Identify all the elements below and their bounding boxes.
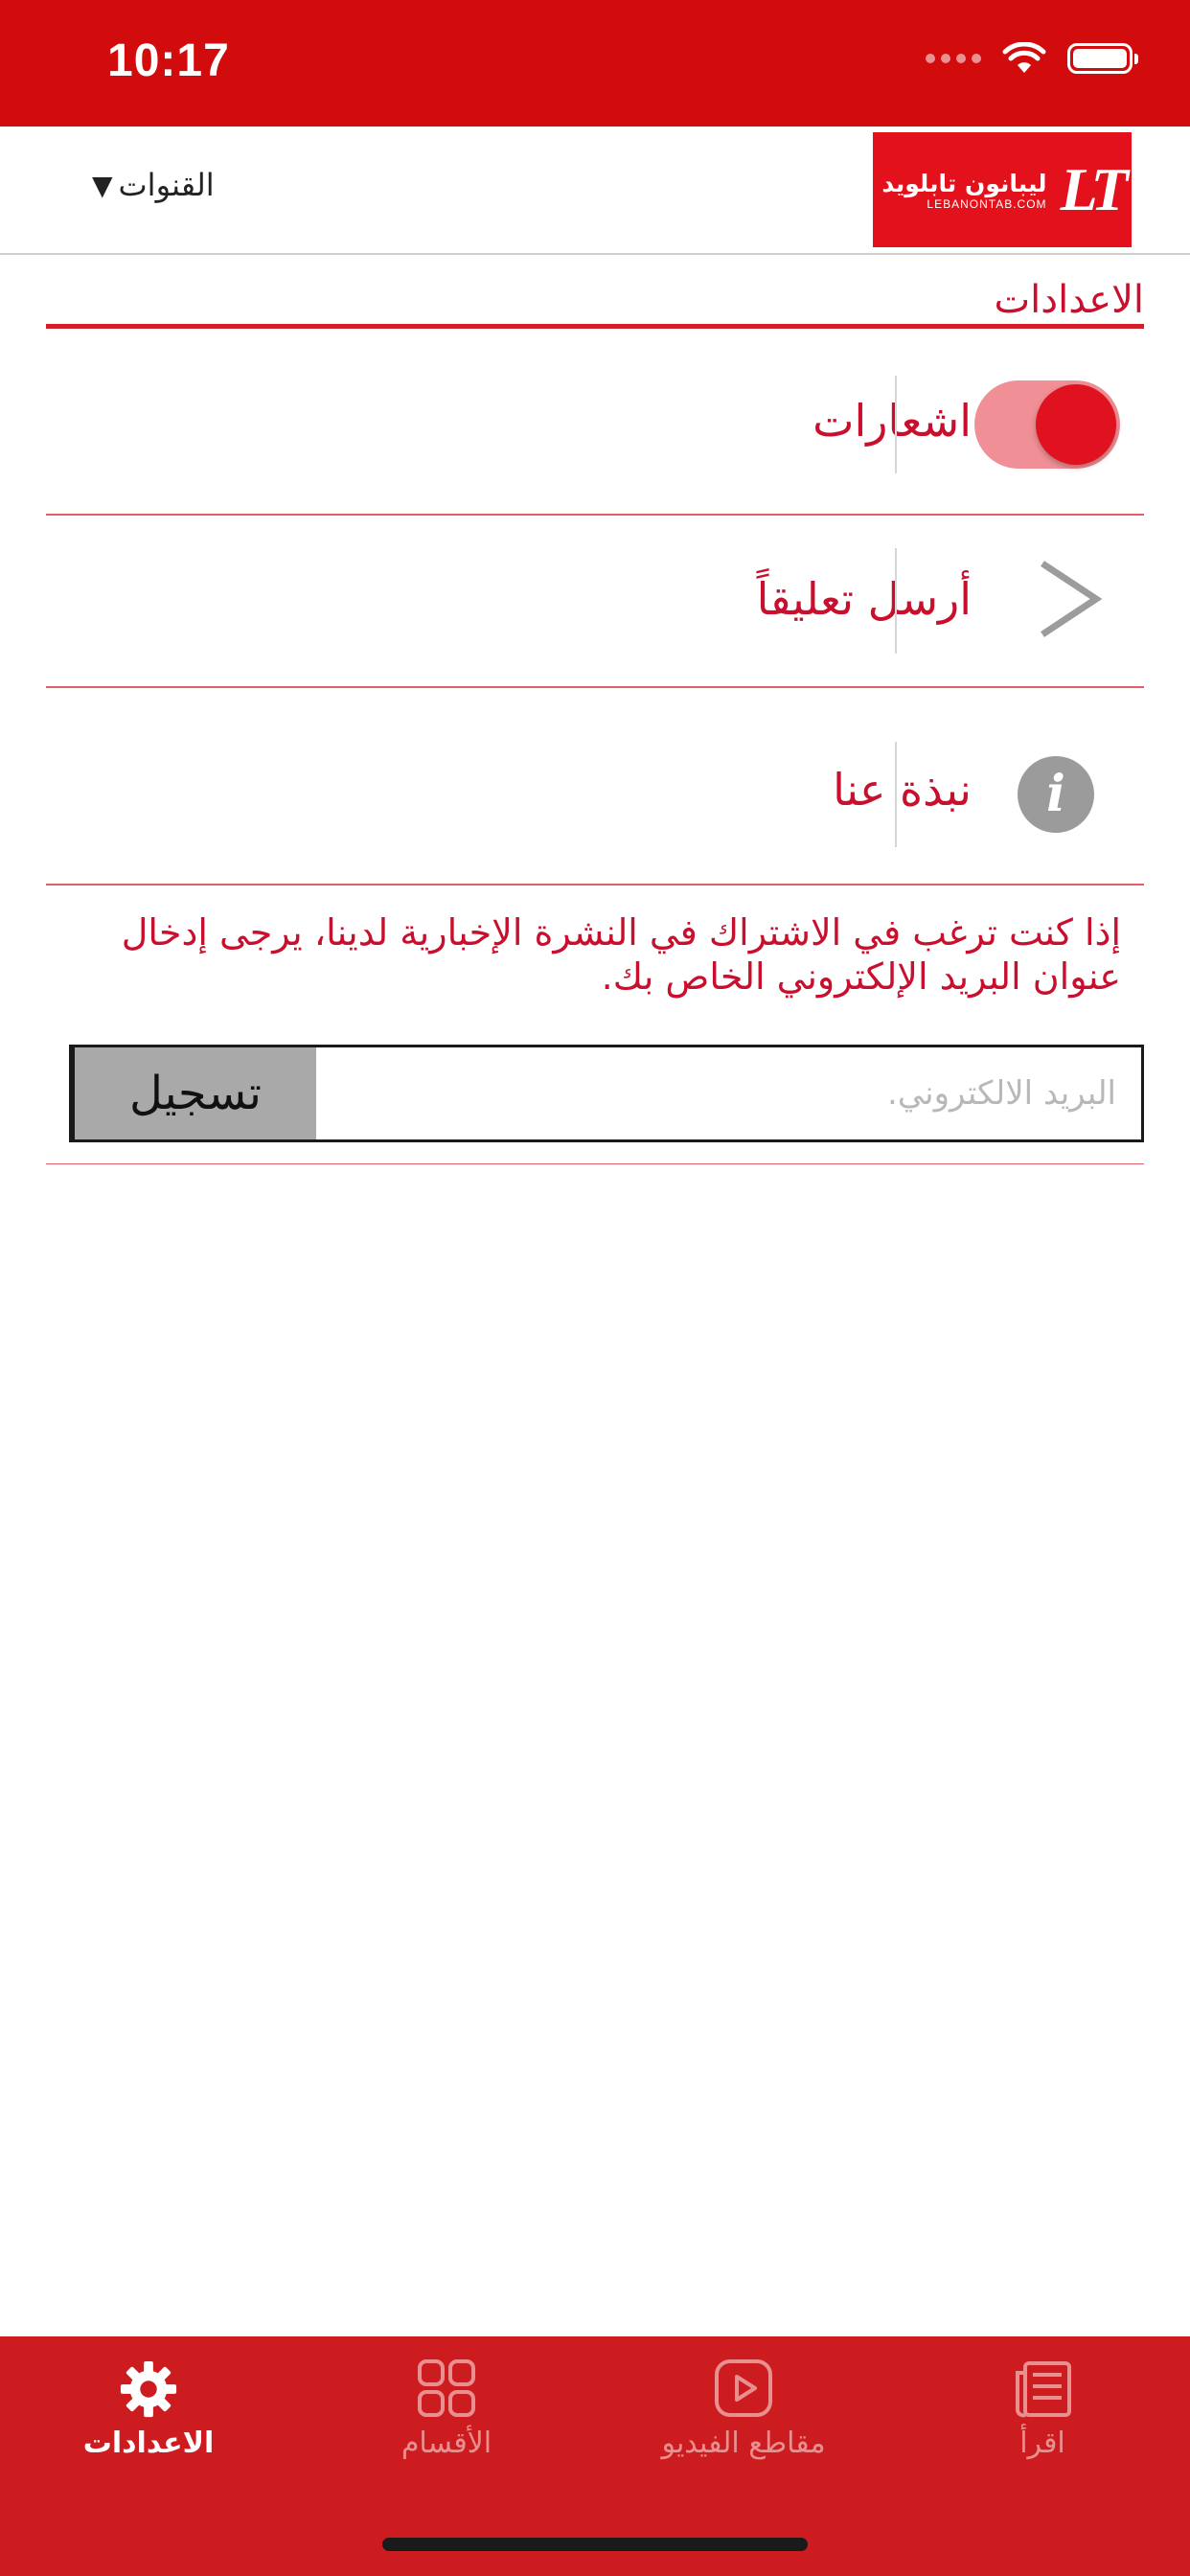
battery-icon	[1067, 43, 1138, 74]
dropdown-triangle-icon: ▼	[92, 169, 113, 201]
notifications-toggle[interactable]	[974, 380, 1120, 469]
row-separator	[895, 376, 897, 473]
row-divider	[46, 686, 1144, 688]
app-header: القنوات ▼ ليبانون تابلويد LEBANONTAB.COM…	[0, 126, 1190, 255]
play-icon	[715, 2359, 772, 2417]
logo-monogram: LT	[1060, 155, 1129, 223]
toggle-knob	[1036, 384, 1116, 465]
tab-videos[interactable]: مقاطع الفيديو	[638, 2359, 849, 2460]
tab-label: الاعدادات	[82, 2426, 215, 2460]
grid-icon	[418, 2359, 475, 2417]
channels-label: القنوات	[118, 167, 215, 203]
about-us-label: نبذة عنا	[833, 764, 972, 816]
tab-label: اقرأ	[1019, 2426, 1065, 2460]
status-time: 10:17	[107, 35, 230, 86]
channels-dropdown[interactable]: القنوات ▼	[92, 167, 215, 203]
row-separator	[895, 742, 897, 847]
form-divider	[46, 1163, 1144, 1164]
newsletter-text: إذا كنت ترغب في الاشتراك في النشرة الإخب…	[121, 911, 1121, 998]
tab-read[interactable]: اقرأ	[937, 2359, 1148, 2460]
wifi-icon	[1002, 42, 1046, 73]
tab-label: مقاطع الفيديو	[661, 2426, 826, 2460]
logo-text: ليبانون تابلويد LEBANONTAB.COM	[881, 170, 1046, 211]
info-icon: i	[1018, 756, 1094, 833]
tab-sections[interactable]: الأقسام	[341, 2359, 552, 2460]
status-icons	[926, 42, 1138, 75]
page-title: الاعدادات	[994, 278, 1144, 322]
newsletter-form: تسجيل	[69, 1045, 1144, 1142]
register-button[interactable]: تسجيل	[72, 1047, 316, 1139]
row-divider	[46, 514, 1144, 516]
logo-site: LEBANONTAB.COM	[927, 196, 1047, 211]
gear-icon	[120, 2360, 177, 2418]
signal-dots-icon	[926, 54, 981, 63]
chevron-right-icon	[1041, 561, 1103, 637]
logo[interactable]: ليبانون تابلويد LEBANONTAB.COM LT	[873, 132, 1132, 247]
notifications-label: اشعارات	[812, 395, 972, 447]
home-indicator[interactable]	[382, 2538, 808, 2551]
tab-label: الأقسام	[400, 2426, 492, 2460]
email-field[interactable]	[316, 1047, 1141, 1139]
title-underline	[46, 324, 1144, 329]
send-feedback-label: أرسل تعليقاً	[756, 573, 972, 625]
status-bar: 10:17	[0, 0, 1190, 126]
logo-arabic: ليبانون تابلويد	[881, 169, 1047, 197]
tab-settings[interactable]: الاعدادات	[43, 2359, 254, 2460]
row-separator	[895, 548, 897, 654]
row-divider	[46, 884, 1144, 886]
newspaper-icon	[1016, 2361, 1071, 2418]
